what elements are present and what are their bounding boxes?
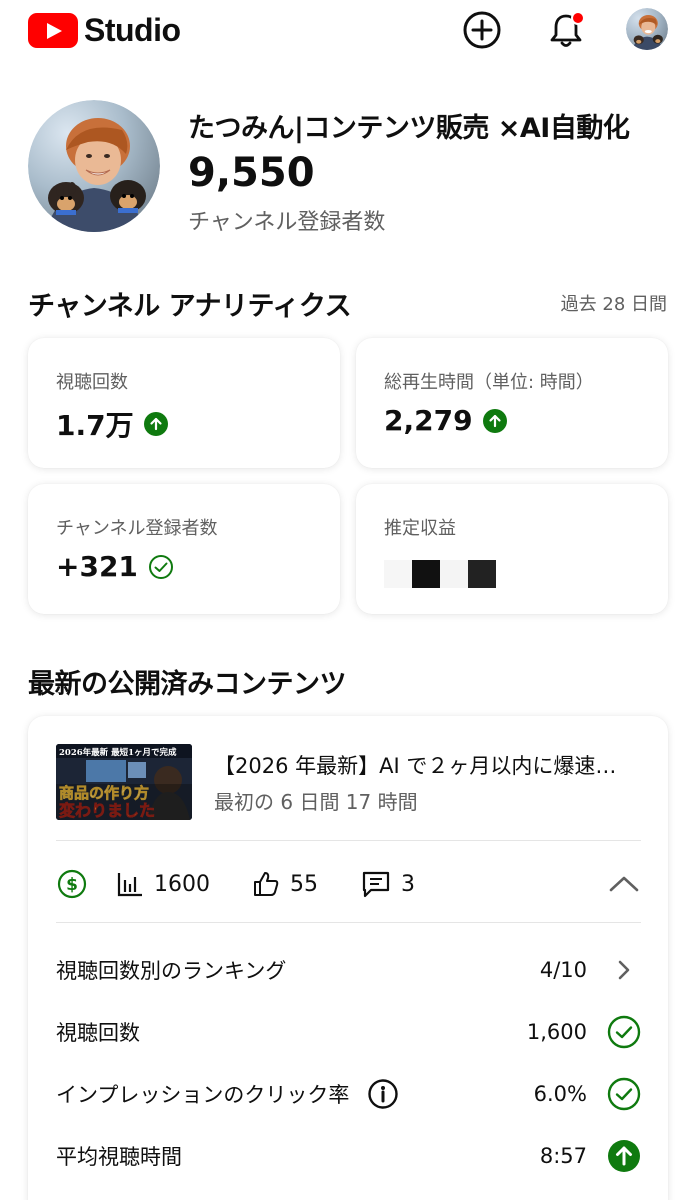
views-row: 視聴回数 1,600 (56, 1012, 641, 1052)
latest-content-card: 2026年最新 最短1ヶ月で完成 商品の作り方 変わりました 【2026 年最新… (28, 716, 668, 1200)
divider (56, 840, 641, 841)
metric-value: 2,279 (384, 404, 473, 437)
analytics-title: チャンネル アナリティクス (28, 291, 352, 322)
ctr-row: インプレッションのクリック率 6.0% (56, 1074, 641, 1114)
metric-value-row: 1.7万 (56, 404, 168, 444)
detail-label-wrap: 平均視聴時間 (56, 1141, 182, 1171)
thumbnail-main-text-2: 変わりました (59, 801, 155, 820)
thumbnail-main-text-1: 商品の作り方 (59, 784, 149, 802)
detail-label: 視聴回数 (56, 1021, 140, 1045)
detail-value: 8:57 (539, 1144, 587, 1168)
thumbnail-image: 2026年最新 最短1ヶ月で完成 商品の作り方 変わりました (56, 744, 192, 820)
video-thumbnail[interactable]: 2026年最新 最短1ヶ月で完成 商品の作り方 変わりました (56, 744, 192, 820)
check-circle-icon (607, 1015, 641, 1049)
video-stats-row: $ 1600 55 3 (56, 866, 641, 902)
metric-value: 1.7万 (56, 409, 134, 442)
plus-circle-icon (463, 11, 501, 49)
chevron-up-icon (609, 876, 639, 892)
latest-content-title: 最新の公開済みコンテンツ (28, 669, 347, 700)
metric-card-views[interactable]: 視聴回数 1.7万 (28, 338, 340, 468)
collapse-button[interactable] (607, 866, 641, 902)
likes-stat: 55 (252, 866, 318, 902)
censored-value (384, 560, 496, 588)
metric-label: 視聴回数 (56, 372, 128, 393)
thumbs-up-icon (254, 872, 279, 896)
app-header: Studio (0, 0, 697, 62)
avatar (626, 8, 668, 50)
detail-value: 4/10 (539, 958, 587, 982)
thumbnail-top-text: 2026年最新 最短1ヶ月で完成 (59, 747, 177, 758)
channel-name: たつみん|コンテンツ販売 ×AI自動化 (188, 113, 630, 144)
youtube-play-icon (28, 13, 78, 48)
notifications-button[interactable] (544, 8, 588, 52)
subscriber-count: 9,550 (188, 150, 315, 196)
video-title[interactable]: 【2026 年最新】AI で２ヶ月以内に爆速… (214, 750, 616, 780)
divider (56, 922, 641, 923)
metric-card-revenue[interactable]: 推定収益 (356, 484, 668, 614)
detail-label-wrap: 視聴回数別のランキング (56, 955, 286, 985)
up-arrow-icon (143, 412, 168, 436)
create-button[interactable] (460, 8, 504, 52)
channel-avatar-image (28, 100, 160, 232)
detail-label: インプレッションのクリック率 (56, 1083, 350, 1107)
metric-label: チャンネル登録者数 (56, 518, 218, 539)
check-circle-icon (148, 554, 173, 579)
subscriber-label: チャンネル登録者数 (188, 210, 386, 235)
metric-card-subscribers[interactable]: チャンネル登録者数 +321 (28, 484, 340, 614)
detail-label-wrap: インプレッションのクリック率 (56, 1078, 399, 1110)
ranking-row[interactable]: 視聴回数別のランキング 4/10 (56, 950, 641, 990)
check-circle-icon (607, 1077, 641, 1111)
metric-label: 推定収益 (384, 518, 456, 539)
detail-value: 1,600 (526, 1020, 587, 1044)
bell-icon (550, 11, 585, 47)
account-avatar[interactable] (626, 8, 668, 50)
channel-avatar[interactable] (28, 100, 160, 232)
likes-count: 55 (290, 871, 318, 897)
views-stat: 1600 (116, 866, 210, 902)
metric-value: +321 (56, 550, 138, 583)
bar-chart-icon (117, 873, 142, 897)
notification-dot (571, 11, 585, 25)
views-count: 1600 (154, 871, 210, 897)
youtube-studio-logo[interactable]: Studio (28, 12, 181, 49)
metric-label: 総再生時間（単位: 時間） (384, 372, 594, 393)
metric-value-row: 2,279 (384, 404, 507, 437)
info-icon[interactable] (367, 1078, 399, 1110)
avg-view-duration-row: 平均視聴時間 8:57 (56, 1136, 641, 1176)
chevron-right-icon (607, 953, 641, 987)
detail-label: 視聴回数別のランキング (56, 959, 287, 983)
up-arrow-icon (482, 408, 507, 433)
detail-value: 6.0% (533, 1082, 587, 1106)
comment-icon (362, 871, 390, 898)
channel-summary: たつみん|コンテンツ販売 ×AI自動化 9,550 チャンネル登録者数 (28, 100, 668, 240)
metric-value-row: +321 (56, 550, 174, 583)
metric-card-watch-time[interactable]: 総再生時間（単位: 時間） 2,279 (356, 338, 668, 468)
up-arrow-icon (607, 1139, 641, 1173)
logo-text: Studio (84, 12, 181, 48)
detail-label: 平均視聴時間 (56, 1145, 182, 1169)
comments-stat: 3 (361, 866, 415, 902)
analytics-period: 過去 28 日間 (560, 294, 667, 315)
comments-count: 3 (401, 871, 415, 897)
dollar-circle-icon: $ (57, 869, 87, 899)
monetization-status[interactable]: $ (56, 866, 88, 902)
detail-label-wrap: 視聴回数 (56, 1017, 140, 1047)
svg-text:$: $ (66, 875, 78, 895)
video-period: 最初の 6 日間 17 時間 (214, 790, 418, 814)
